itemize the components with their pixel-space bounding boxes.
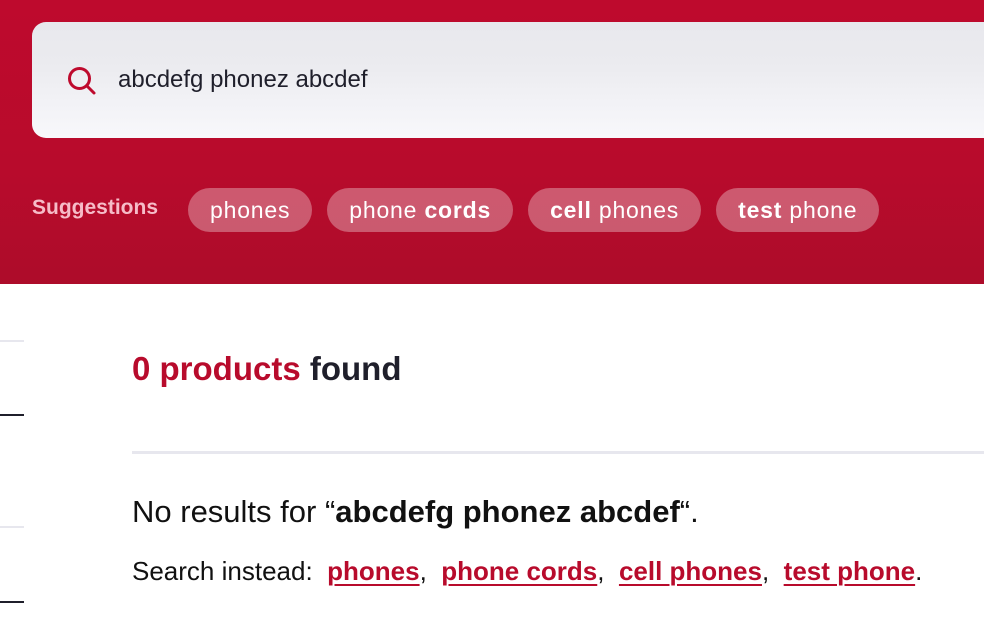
chip-bold-text: cords <box>424 196 492 223</box>
separator: , <box>419 556 442 586</box>
search-input[interactable] <box>118 58 918 102</box>
separator: , <box>597 556 619 586</box>
search-instead-link-phones[interactable]: phones <box>327 556 419 586</box>
search-instead-line: Search instead: phones, phone cords, cel… <box>132 556 922 587</box>
search-instead-link-phone-cords[interactable]: phone cords <box>441 556 597 586</box>
results-count-heading: 0 products found <box>132 350 402 388</box>
sidebar-item-underline <box>0 601 24 603</box>
sidebar-divider <box>0 526 24 528</box>
sidebar-item-underline <box>0 414 24 416</box>
chip-text: phone <box>349 196 425 223</box>
suggestion-chip-phones[interactable]: phones <box>188 188 313 232</box>
no-results-message: No results for “abcdefg phonez abcdef“. <box>132 494 699 530</box>
chip-bold-text: test <box>738 196 783 223</box>
chip-text: phones <box>210 196 291 223</box>
search-instead-link-cell-phones[interactable]: cell phones <box>619 556 762 586</box>
search-instead-label: Search instead: <box>132 556 328 586</box>
sidebar-divider <box>0 340 24 342</box>
chip-bold-text: cell <box>550 196 592 223</box>
chip-text: phone <box>782 196 858 223</box>
no-results-suffix: “. <box>679 494 699 529</box>
search-icon[interactable] <box>66 65 98 97</box>
results-divider <box>132 451 984 454</box>
suggestions-label: Suggestions <box>32 196 159 219</box>
results-found-text: found <box>300 350 402 387</box>
no-results-query: abcdefg phonez abcdef <box>335 494 680 529</box>
search-box[interactable] <box>32 22 984 138</box>
results-count: 0 products <box>132 350 301 387</box>
suggestion-chip-phone-cords[interactable]: phone cords <box>327 188 514 232</box>
search-header: Suggestions phones phone cords cell phon… <box>0 0 984 284</box>
chip-text: phones <box>591 196 680 223</box>
search-instead-link-test-phone[interactable]: test phone <box>784 556 915 586</box>
end-punctuation: . <box>915 556 923 586</box>
suggestions-bar: Suggestions phones phone cords cell phon… <box>32 188 894 232</box>
suggestion-chip-cell-phones[interactable]: cell phones <box>528 188 702 232</box>
no-results-prefix: No results for “ <box>132 494 336 529</box>
suggestion-chip-test-phone[interactable]: test phone <box>716 188 880 232</box>
separator: , <box>761 556 784 586</box>
